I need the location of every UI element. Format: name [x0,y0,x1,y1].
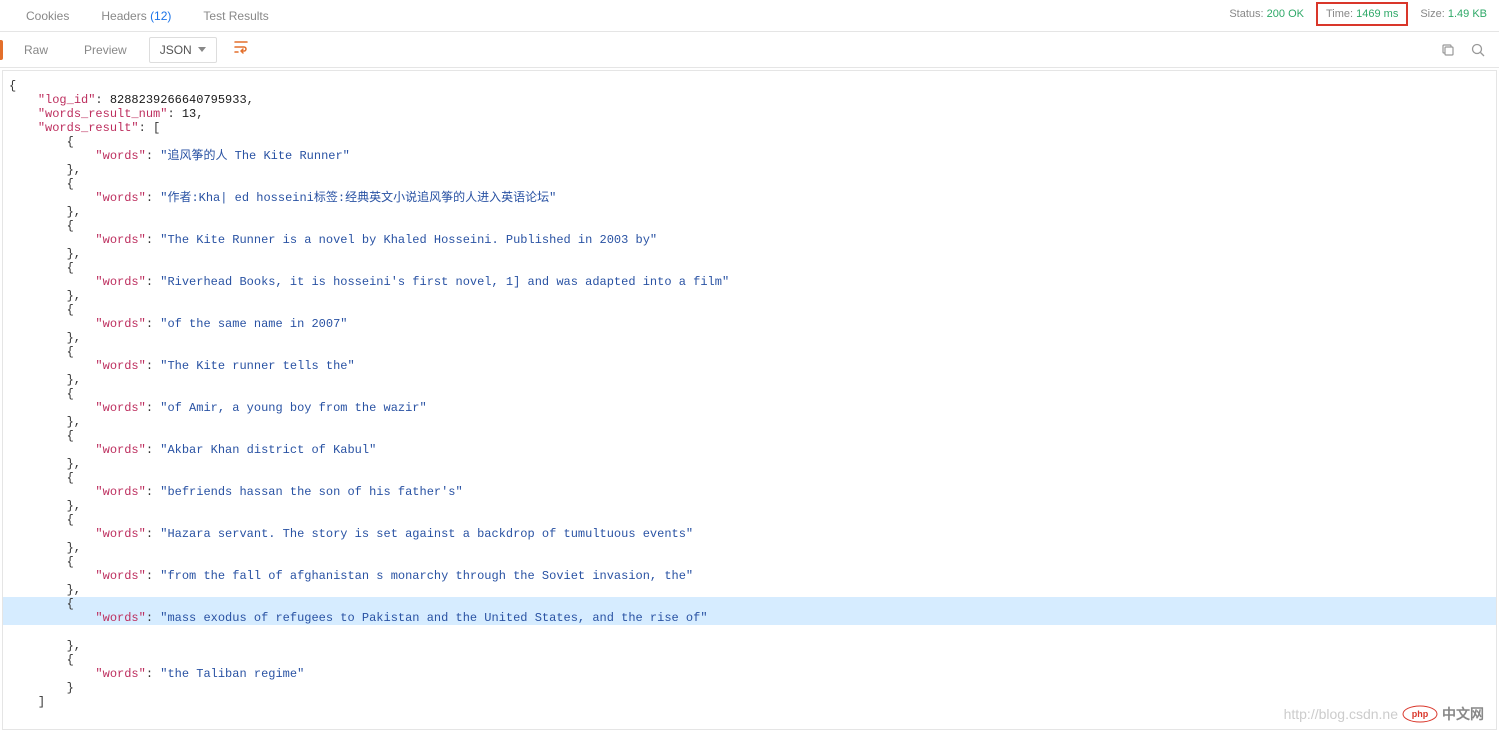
status-value: 200 OK [1267,8,1304,20]
tab-headers-count: (12) [150,9,171,23]
status-group: Status: 200 OK [1229,8,1304,20]
json-pre: { "log_id": 8288239266640795933, "words_… [9,79,1490,709]
time-value: 1469 ms [1356,8,1398,20]
tab-test-results[interactable]: Test Results [187,1,284,31]
watermark-cn: 中文网 [1442,707,1484,721]
tab-headers[interactable]: Headers (12) [85,1,187,31]
size-value: 1.49 KB [1448,8,1487,20]
status-label: Status: [1229,8,1263,20]
preview-button[interactable]: Preview [70,37,141,63]
tab-cookies[interactable]: Cookies [10,1,85,31]
json-body[interactable]: { "log_id": 8288239266640795933, "words_… [2,70,1497,730]
status-bar: Status: 200 OK Time: 1469 ms Size: 1.49 … [1229,6,1487,22]
json-format-dropdown[interactable]: JSON [149,37,217,63]
copy-button[interactable] [1439,41,1457,59]
watermark: http://blog.csdn.ne php 中文网 [1284,705,1484,723]
search-button[interactable] [1469,41,1487,59]
raw-button[interactable]: Raw [10,37,62,63]
response-toolbar: Raw Preview JSON [0,32,1499,68]
size-label: Size: [1420,8,1444,20]
active-indicator [0,40,3,60]
time-label: Time: [1326,8,1353,20]
json-label: JSON [160,43,192,57]
tab-headers-label: Headers [101,9,146,23]
copy-icon [1440,42,1456,58]
watermark-url: http://blog.csdn.ne [1284,707,1398,721]
search-icon [1470,42,1486,58]
toolbar-right [1439,41,1487,59]
php-badge-icon: php [1402,705,1438,723]
chevron-down-icon [198,47,206,52]
wrap-lines-button[interactable] [225,34,257,65]
wrap-icon [233,39,249,55]
size-group: Size: 1.49 KB [1420,8,1487,20]
response-tab-bar: Cookies Headers (12) Test Results Status… [0,0,1499,32]
tabs-container: Cookies Headers (12) Test Results [10,1,285,31]
time-group-highlighted: Time: 1469 ms [1316,2,1408,26]
